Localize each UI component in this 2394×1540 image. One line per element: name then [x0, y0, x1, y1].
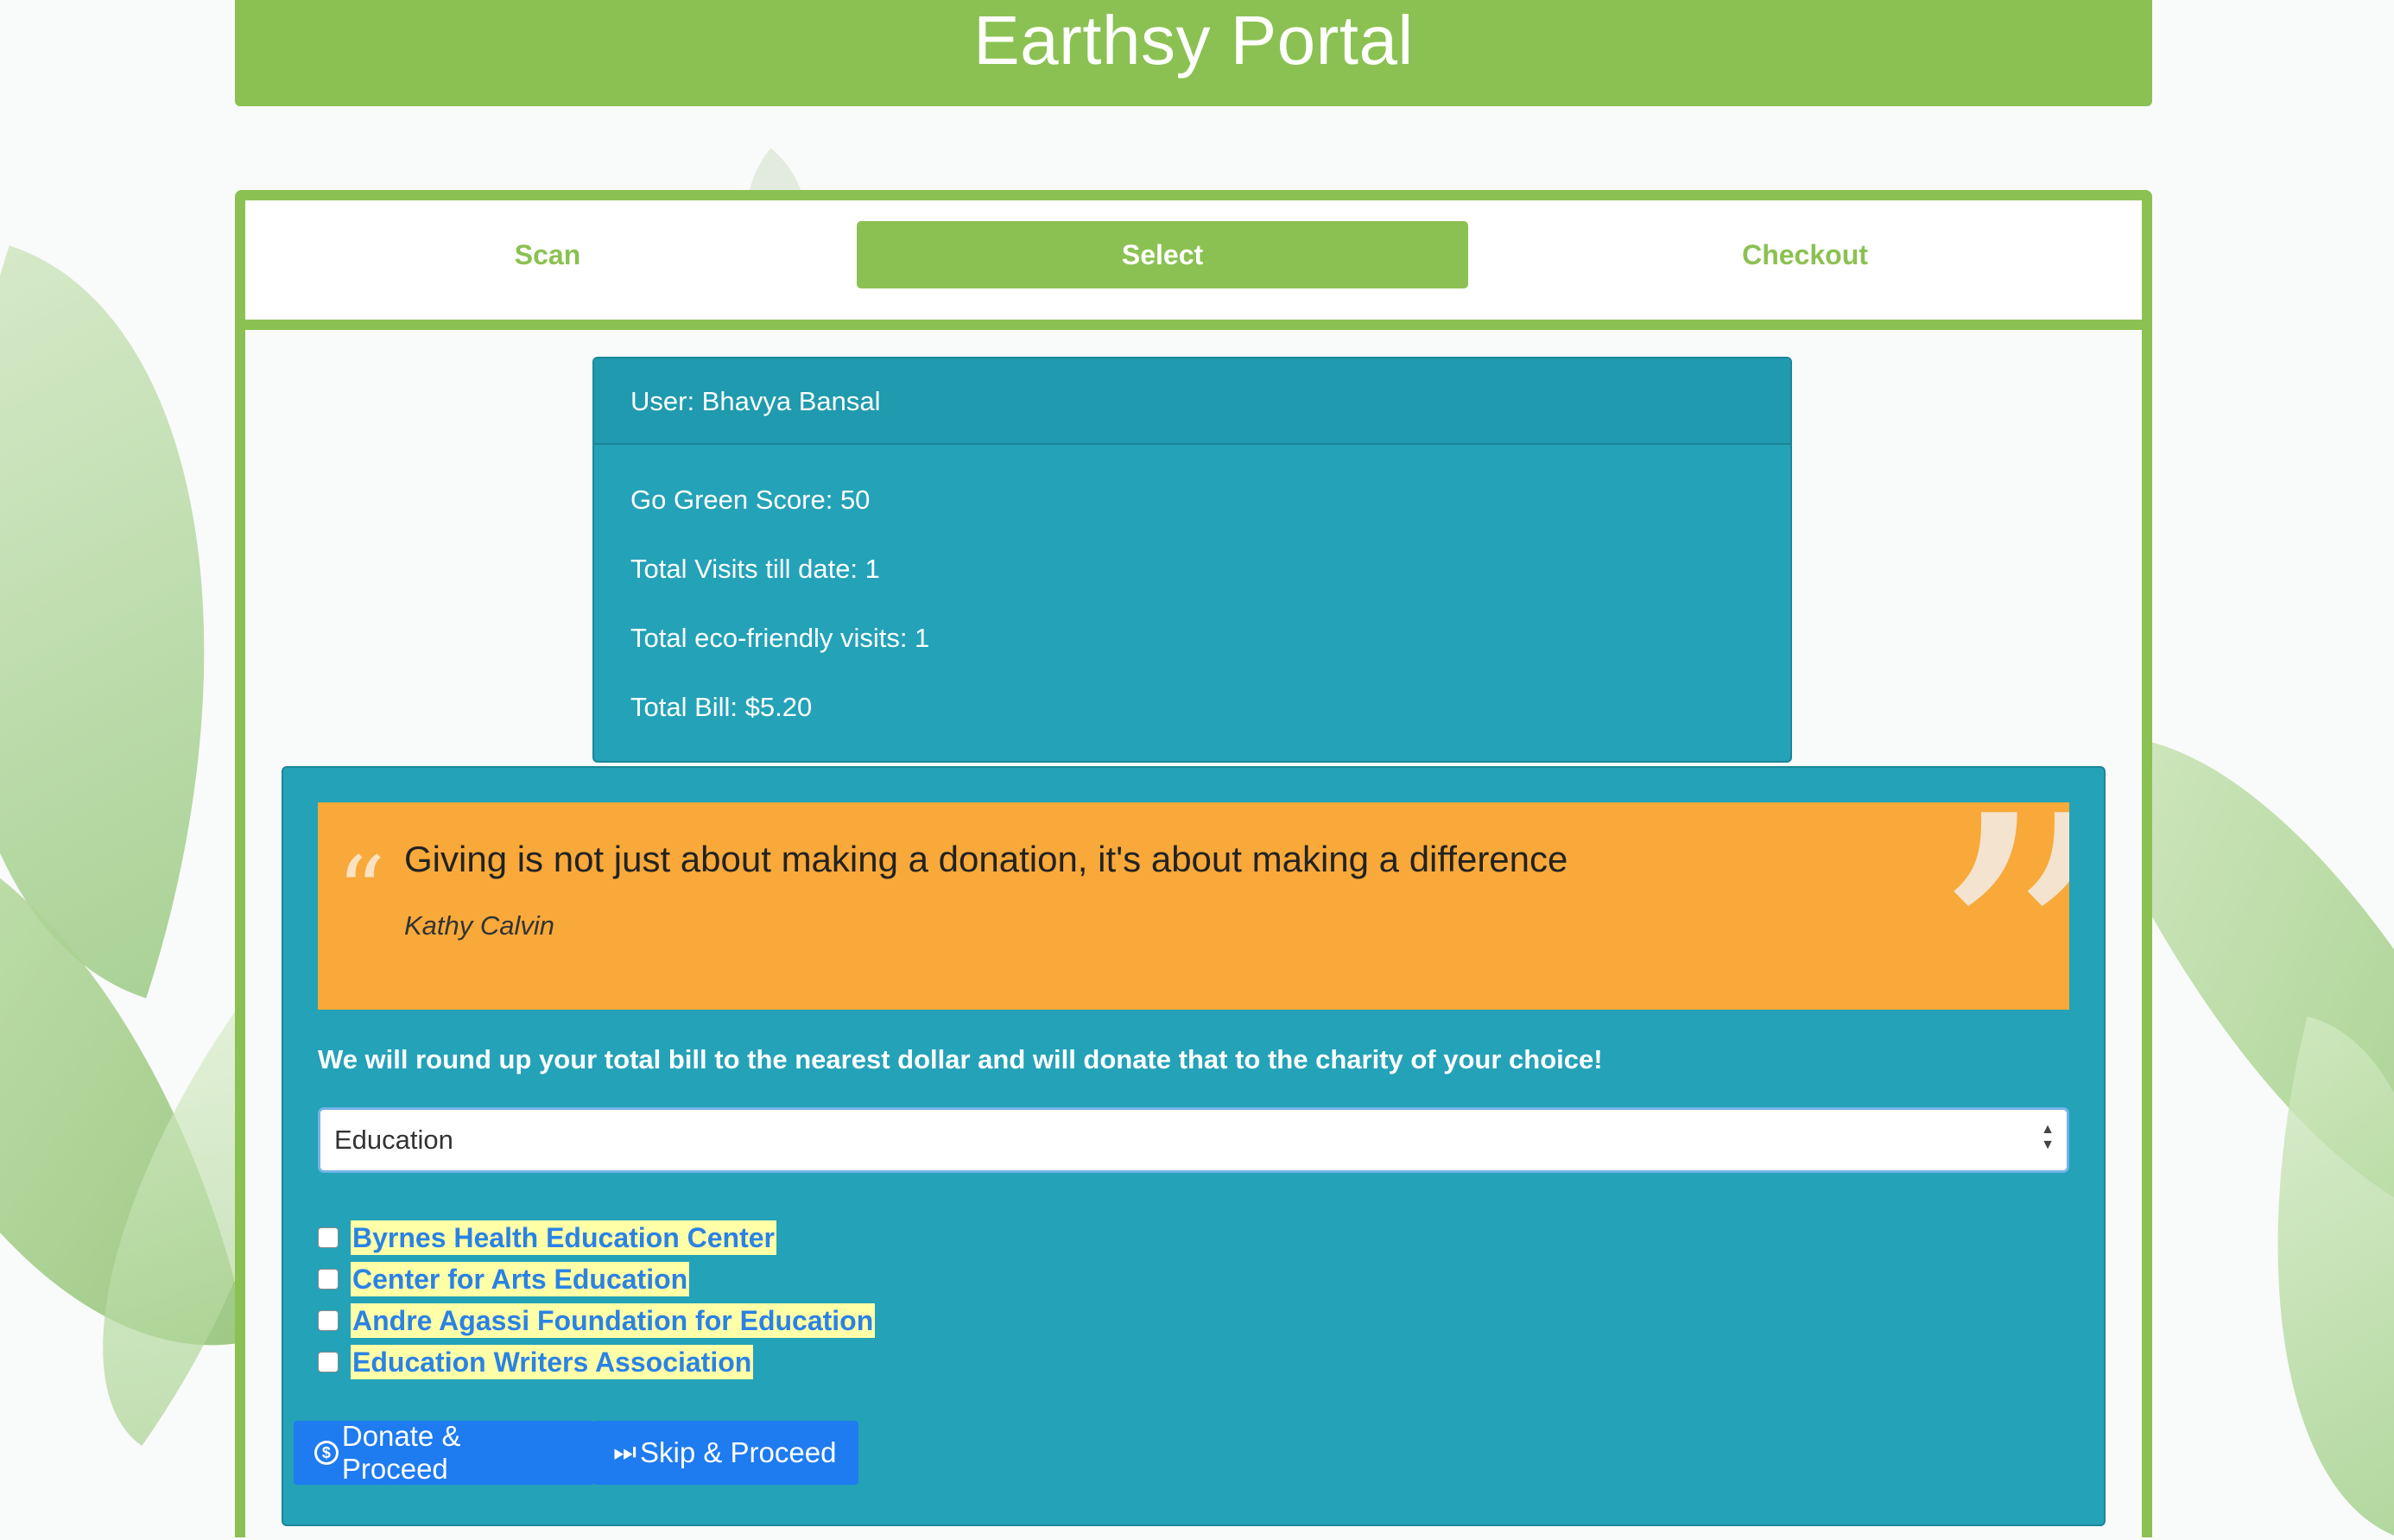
skip-proceed-button[interactable]: ⏭ Skip & Proceed	[592, 1421, 858, 1485]
list-item: Byrnes Health Education Center	[318, 1217, 875, 1258]
selected-category: Education	[334, 1125, 453, 1155]
list-item: Education Writers Association	[318, 1341, 875, 1383]
user-name: User: Bhavya Bansal	[594, 358, 1790, 445]
go-green-score: Go Green Score: 50	[630, 485, 871, 515]
app-title: Earthsy Portal	[973, 1, 1414, 79]
charity-checkbox[interactable]	[318, 1269, 339, 1290]
dollar-coin-icon: $	[314, 1441, 339, 1465]
step-tabs: Scan Select Checkout	[245, 200, 2142, 330]
fast-forward-icon: ⏭	[613, 1438, 636, 1467]
donate-button-label: Donate & Proceed	[341, 1420, 461, 1485]
roundup-message: We will round up your total bill to the …	[318, 1044, 1603, 1074]
select-arrows-icon: ▲ ▼	[2041, 1122, 2055, 1152]
close-quote-icon: ”	[1927, 802, 2069, 1010]
list-item: Andre Agassi Foundation for Education	[318, 1300, 876, 1341]
tab-select[interactable]: Select	[857, 221, 1468, 288]
quote-author: Kathy Calvin	[404, 910, 555, 941]
quote-box: “ ” Giving is not just about making a do…	[318, 802, 2069, 1010]
app-header: Earthsy Portal	[235, 0, 2152, 106]
list-item: Center for Arts Education	[318, 1258, 875, 1300]
charity-category-select[interactable]: Education ▲ ▼	[318, 1107, 2069, 1173]
charity-label[interactable]: Center for Arts Education	[351, 1262, 690, 1296]
quote-text: Giving is not just about making a donati…	[404, 839, 1568, 879]
charity-checkbox[interactable]	[318, 1310, 339, 1331]
leaf-decoration	[2190, 1016, 2394, 1540]
charity-label[interactable]: Education Writers Association	[351, 1345, 754, 1379]
charity-label[interactable]: Andre Agassi Foundation for Education	[351, 1303, 876, 1338]
total-bill: Total Bill: $5.20	[630, 692, 813, 722]
charity-list: Byrnes Health Education Center Center fo…	[318, 1217, 876, 1383]
charity-checkbox[interactable]	[318, 1352, 339, 1372]
tab-checkout[interactable]: Checkout	[1468, 221, 2142, 288]
tab-scan[interactable]: Scan	[245, 221, 850, 288]
charity-label[interactable]: Byrnes Health Education Center	[351, 1220, 776, 1255]
open-quote-icon: “	[337, 836, 386, 947]
skip-button-label: Skip & Proceed	[640, 1436, 837, 1468]
donation-panel: “ ” Giving is not just about making a do…	[282, 766, 2106, 1526]
total-visits: Total Visits till date: 1	[630, 554, 880, 584]
user-summary-card: User: Bhavya Bansal Go Green Score: 50 T…	[592, 357, 1792, 763]
charity-checkbox[interactable]	[318, 1227, 339, 1248]
eco-friendly-visits: Total eco-friendly visits: 1	[630, 623, 930, 653]
donate-proceed-button[interactable]: $ Donate & Proceed	[294, 1420, 594, 1485]
